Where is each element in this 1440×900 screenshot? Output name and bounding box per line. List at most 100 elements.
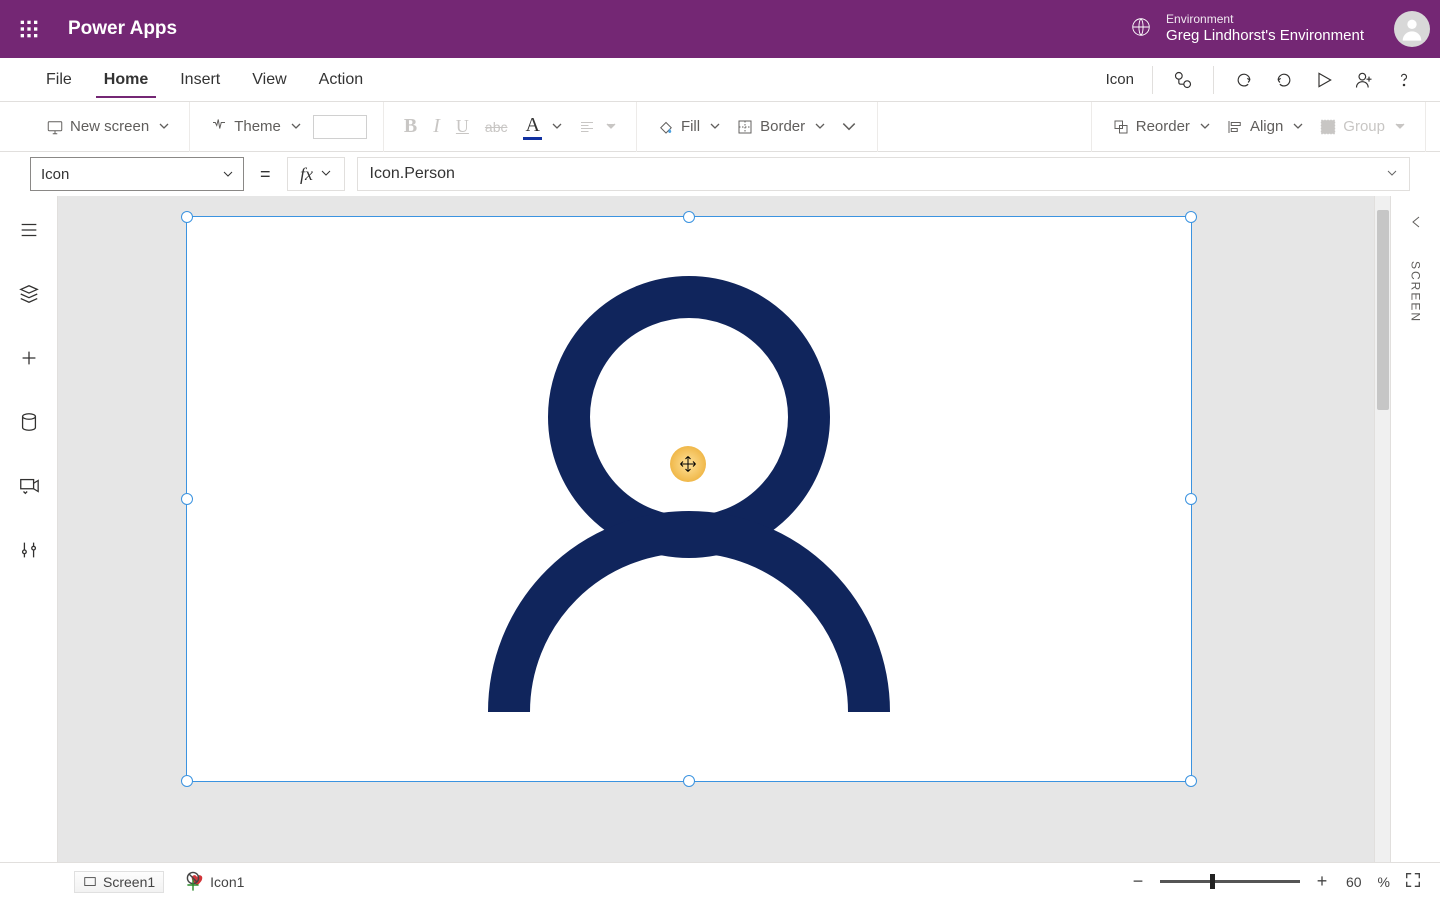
expand-panel-button[interactable] bbox=[1408, 214, 1424, 235]
fill-button[interactable]: Fill bbox=[649, 109, 728, 145]
align-button[interactable]: Align bbox=[1218, 109, 1311, 145]
tab-home[interactable]: Home bbox=[94, 58, 158, 102]
app-checker-button[interactable] bbox=[1163, 62, 1203, 98]
advanced-tools-button[interactable] bbox=[9, 532, 49, 568]
zoom-suffix: % bbox=[1378, 874, 1390, 890]
underline-button[interactable]: U bbox=[448, 109, 477, 145]
separator bbox=[1213, 66, 1214, 94]
new-screen-button[interactable]: New screen bbox=[38, 109, 177, 145]
chevron-down-icon bbox=[223, 166, 233, 183]
chevron-down-icon bbox=[291, 118, 301, 135]
theme-icon bbox=[210, 118, 228, 136]
app-header: Power Apps Environment Greg Lindhorst's … bbox=[0, 0, 1440, 58]
right-panel-collapsed: SCREEN bbox=[1390, 196, 1440, 862]
selection-outline bbox=[186, 216, 1192, 782]
chevron-down-icon bbox=[815, 118, 825, 135]
breadcrumb-screen-label: Screen1 bbox=[103, 874, 155, 890]
tab-file[interactable]: File bbox=[36, 58, 82, 102]
tab-insert[interactable]: Insert bbox=[170, 58, 230, 102]
resize-handle[interactable] bbox=[181, 775, 193, 787]
resize-handle[interactable] bbox=[181, 211, 193, 223]
new-screen-label: New screen bbox=[70, 118, 149, 135]
border-button[interactable]: Border bbox=[728, 109, 833, 145]
align-left-icon bbox=[578, 118, 596, 136]
font-color-button[interactable]: A bbox=[515, 109, 569, 145]
heart-icon bbox=[190, 873, 204, 890]
resize-handle[interactable] bbox=[683, 775, 695, 787]
right-panel-label: SCREEN bbox=[1409, 261, 1423, 323]
zoom-controls: − + 60 % bbox=[1128, 871, 1422, 892]
italic-button[interactable]: I bbox=[425, 109, 448, 145]
zoom-value: 60 bbox=[1346, 874, 1362, 890]
tree-view-button[interactable] bbox=[9, 276, 49, 312]
fill-swatch[interactable] bbox=[313, 115, 367, 139]
zoom-out-button[interactable]: − bbox=[1128, 872, 1148, 892]
ribbon-overflow-button[interactable] bbox=[833, 109, 865, 145]
chevron-down-icon bbox=[552, 118, 562, 135]
resize-handle[interactable] bbox=[683, 211, 695, 223]
undo-button[interactable] bbox=[1224, 62, 1264, 98]
environment-label: Environment bbox=[1166, 12, 1364, 27]
ribbon: New screen Theme B I U abc A Fill bbox=[0, 102, 1440, 152]
media-button[interactable] bbox=[9, 468, 49, 504]
theme-label: Theme bbox=[234, 118, 281, 135]
chevron-down-icon bbox=[1200, 118, 1210, 135]
paint-bucket-icon bbox=[657, 118, 675, 136]
status-bar: Screen1 Icon1 − + 60 % bbox=[0, 862, 1440, 900]
environment-picker[interactable]: Environment Greg Lindhorst's Environment bbox=[1130, 12, 1364, 46]
border-label: Border bbox=[760, 118, 805, 135]
share-button[interactable] bbox=[1344, 62, 1384, 98]
environment-name: Greg Lindhorst's Environment bbox=[1166, 27, 1364, 46]
formula-input[interactable]: Icon.Person bbox=[357, 157, 1410, 191]
preview-button[interactable] bbox=[1304, 62, 1344, 98]
help-button[interactable] bbox=[1384, 62, 1424, 98]
formula-expression: Icon.Person bbox=[370, 165, 455, 183]
separator bbox=[1152, 66, 1153, 94]
text-align-button[interactable] bbox=[570, 109, 624, 145]
app-title: Power Apps bbox=[68, 18, 177, 40]
tab-action[interactable]: Action bbox=[309, 58, 373, 102]
app-screen-canvas[interactable] bbox=[186, 216, 1192, 782]
resize-handle[interactable] bbox=[1185, 493, 1197, 505]
hamburger-button[interactable] bbox=[9, 212, 49, 248]
equals-sign: = bbox=[256, 164, 275, 185]
zoom-slider[interactable] bbox=[1160, 880, 1300, 883]
left-rail bbox=[0, 196, 58, 862]
resize-handle[interactable] bbox=[1185, 775, 1197, 787]
chevron-down-icon bbox=[321, 165, 331, 183]
canvas-area[interactable] bbox=[58, 196, 1374, 862]
expand-formula-icon[interactable] bbox=[1387, 165, 1397, 183]
group-icon bbox=[1319, 118, 1337, 136]
fill-label: Fill bbox=[681, 118, 700, 135]
screen-icon bbox=[46, 118, 64, 136]
theme-button[interactable]: Theme bbox=[202, 109, 309, 145]
vertical-scrollbar[interactable] bbox=[1374, 196, 1390, 862]
scrollbar-thumb[interactable] bbox=[1377, 210, 1389, 410]
breadcrumb-control-label: Icon1 bbox=[210, 874, 244, 890]
redo-button[interactable] bbox=[1264, 62, 1304, 98]
zoom-slider-knob[interactable] bbox=[1210, 874, 1215, 889]
selected-object-type: Icon bbox=[1106, 71, 1134, 88]
breadcrumb-screen[interactable]: Screen1 bbox=[74, 871, 164, 893]
data-button[interactable] bbox=[9, 404, 49, 440]
reorder-button[interactable]: Reorder bbox=[1104, 109, 1218, 145]
chevron-down-icon bbox=[159, 118, 169, 135]
insert-button[interactable] bbox=[9, 340, 49, 376]
group-button[interactable]: Group bbox=[1311, 109, 1413, 145]
user-avatar[interactable] bbox=[1394, 11, 1430, 47]
resize-handle[interactable] bbox=[1185, 211, 1197, 223]
tab-view[interactable]: View bbox=[242, 58, 296, 102]
align-label: Align bbox=[1250, 118, 1283, 135]
fx-button[interactable]: fx bbox=[287, 157, 345, 191]
chevron-down-icon bbox=[710, 118, 720, 135]
bold-button[interactable]: B bbox=[396, 109, 425, 145]
waffle-button[interactable] bbox=[0, 0, 58, 58]
fit-to-screen-button[interactable] bbox=[1404, 871, 1422, 892]
breadcrumb-control[interactable]: Icon1 bbox=[182, 871, 252, 892]
resize-handle[interactable] bbox=[181, 493, 193, 505]
chevron-down-icon bbox=[1395, 118, 1405, 135]
zoom-in-button[interactable]: + bbox=[1312, 872, 1332, 892]
property-dropdown[interactable]: Icon bbox=[30, 157, 244, 191]
property-name: Icon bbox=[41, 166, 69, 183]
strike-button[interactable]: abc bbox=[477, 109, 516, 145]
